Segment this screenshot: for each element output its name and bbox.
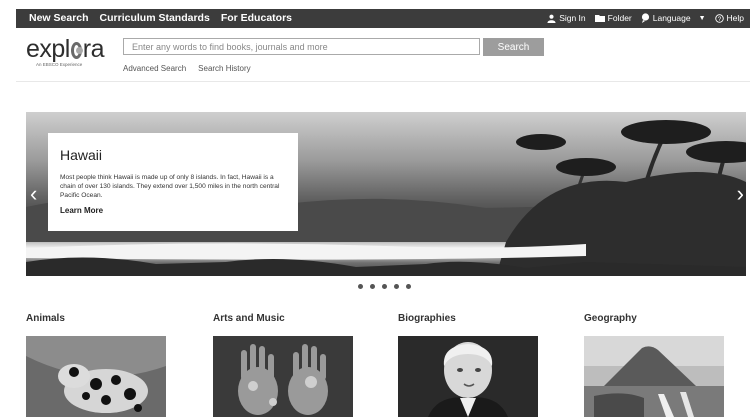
- search-history-link[interactable]: Search History: [198, 64, 250, 73]
- category-biographies[interactable]: Biographies: [398, 313, 538, 417]
- chevron-down-icon: ▼: [698, 14, 706, 22]
- hero-carousel: ‹ › Hawaii Most people think Hawaii is m…: [26, 112, 746, 276]
- learn-more-link[interactable]: Learn More: [60, 206, 103, 215]
- search-input[interactable]: [123, 38, 480, 55]
- carousel-next-button[interactable]: ›: [737, 183, 744, 205]
- search-sublinks: Advanced Search Search History: [123, 64, 251, 73]
- sign-in-label: Sign In: [559, 13, 586, 23]
- category-image-hands[interactable]: [213, 336, 353, 417]
- logo-globe-icon: [70, 42, 83, 59]
- nav-new-search[interactable]: New Search: [29, 12, 89, 24]
- category-image-landscape[interactable]: [584, 336, 724, 417]
- category-title[interactable]: Animals: [26, 313, 65, 324]
- carousel-dot[interactable]: [382, 284, 387, 289]
- utility-nav: Sign In Folder Language ▼ ? Help: [547, 13, 744, 23]
- svg-text:?: ?: [717, 15, 721, 22]
- hero-description: Most people think Hawaii is made up of o…: [60, 174, 280, 199]
- logo-wordmark: expl ra: [26, 35, 105, 63]
- logo-text-start: expl: [26, 35, 70, 63]
- hero-caption-card: Hawaii Most people think Hawaii is made …: [48, 133, 298, 231]
- category-title[interactable]: Arts and Music: [213, 313, 285, 324]
- help-label: Help: [726, 13, 744, 23]
- nav-curriculum-standards[interactable]: Curriculum Standards: [100, 12, 210, 24]
- hero-title: Hawaii: [60, 147, 103, 163]
- help-icon: ?: [714, 13, 724, 22]
- carousel-prev-button[interactable]: ‹: [30, 183, 37, 205]
- sign-in-link[interactable]: Sign In: [547, 13, 586, 23]
- category-image-frog[interactable]: [26, 336, 166, 417]
- category-title[interactable]: Biographies: [398, 313, 456, 324]
- top-bar: New Search Curriculum Standards For Educ…: [16, 9, 750, 28]
- logo-text-end: ra: [82, 35, 105, 63]
- language-label: Language: [652, 13, 691, 23]
- nav-for-educators[interactable]: For Educators: [221, 12, 292, 24]
- category-title[interactable]: Geography: [584, 313, 637, 324]
- explora-logo[interactable]: expl ra An EBSCO Experience: [26, 35, 105, 73]
- category-arts-and-music[interactable]: Arts and Music: [213, 313, 353, 417]
- search-button[interactable]: Search: [483, 38, 544, 56]
- carousel-dot[interactable]: [406, 284, 411, 289]
- header: expl ra An EBSCO Experience Search Advan…: [16, 28, 750, 82]
- carousel-dot[interactable]: [370, 284, 375, 289]
- language-menu[interactable]: Language ▼: [641, 13, 706, 23]
- language-icon: [641, 13, 649, 23]
- carousel-dot[interactable]: [394, 284, 399, 289]
- folder-icon: [594, 15, 605, 22]
- category-geography[interactable]: Geography: [584, 313, 724, 417]
- folder-link[interactable]: Folder: [594, 13, 632, 23]
- carousel-dot[interactable]: [358, 284, 363, 289]
- folder-label: Folder: [607, 13, 632, 23]
- advanced-search-link[interactable]: Advanced Search: [123, 64, 186, 73]
- user-icon: [547, 14, 556, 23]
- category-animals[interactable]: Animals: [26, 313, 166, 417]
- top-nav: New Search Curriculum Standards For Educ…: [29, 12, 292, 24]
- category-image-portrait[interactable]: [398, 336, 538, 417]
- carousel-indicators: [358, 284, 411, 289]
- help-link[interactable]: ? Help: [714, 13, 744, 23]
